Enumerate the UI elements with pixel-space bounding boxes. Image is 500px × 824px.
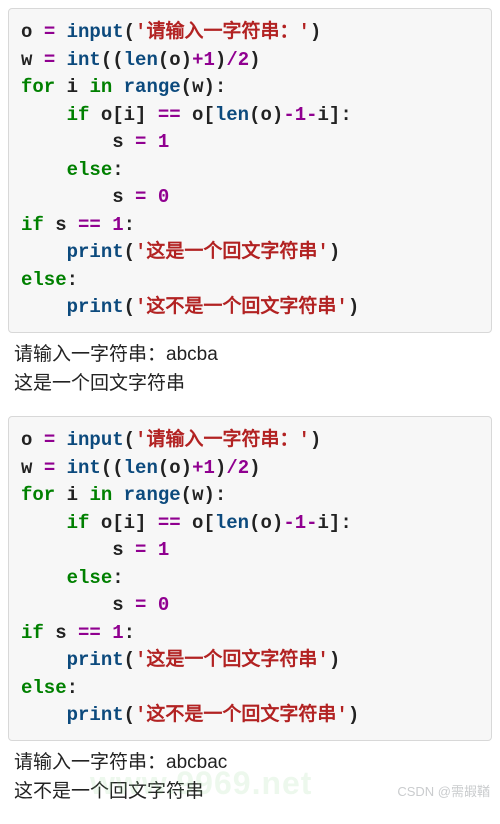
code-block-2: o = input('请输入一字符串：') w = int((len(o)+1)… xyxy=(8,416,492,741)
code-block-1: o = input('请输入一字符串：') w = int((len(o)+1)… xyxy=(8,8,492,333)
output-block-1: 请输入一字符串：abcba 这是一个回文字符串 xyxy=(14,341,488,398)
